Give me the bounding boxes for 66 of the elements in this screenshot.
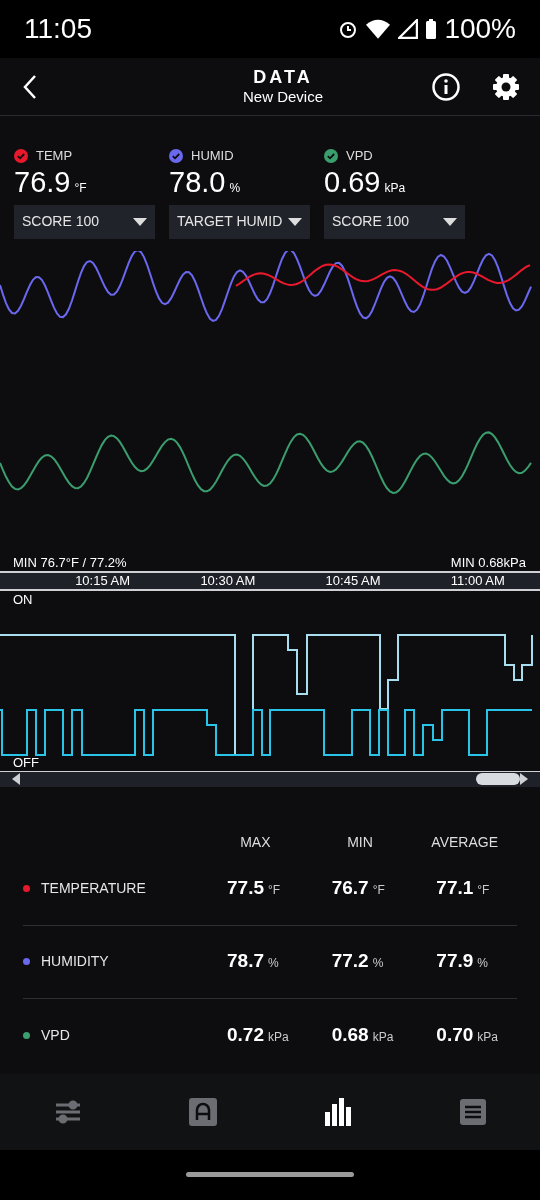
metric-label: HUMID [191,147,234,165]
status-time: 11:05 [24,12,92,46]
signal-icon [398,19,419,39]
stat-value: 77.9 [436,949,474,974]
stat-unit: °F [268,882,281,900]
stat-unit: % [372,955,384,973]
on-label: ON [13,592,33,606]
page-title: DATA [253,65,313,89]
metric-unit: % [229,179,241,197]
metric-dropdown[interactable]: SCORE 100 [324,204,465,239]
row-label: HUMIDITY [41,952,109,971]
info-icon[interactable] [432,72,460,101]
stat-value: 0.70 [436,1022,474,1047]
stat-value: 0.72 [227,1022,264,1047]
scroll-thumb[interactable] [476,773,520,785]
device-icon[interactable] [188,1097,217,1126]
checked-icon[interactable] [169,148,183,163]
stat-unit: °F [372,882,385,900]
stat-unit: kPa [372,1028,394,1046]
metric-value: 76.9 [14,164,71,200]
time-label: 10:45 AM [325,574,381,587]
row-label: TEMPERATURE [41,879,146,898]
stat-value: 77.1 [436,876,474,901]
stat-unit: kPa [477,1028,498,1046]
off-label: OFF [13,755,39,769]
stat-unit: kPa [268,1028,289,1046]
metric-dropdown[interactable]: SCORE 100 [14,204,155,239]
alarm-icon [338,19,359,39]
wifi-icon [366,19,391,39]
metric-label: TEMP [36,147,73,165]
metric-value: 78.0 [169,164,226,200]
checked-icon[interactable] [14,148,28,163]
scroll-left-icon[interactable] [12,773,20,785]
caret-icon [443,217,457,226]
stat-unit: °F [477,882,490,900]
stat-value: 76.7 [331,876,369,901]
time-label: 10:30 AM [200,574,256,587]
column-header: MAX [240,832,271,852]
row-label: VPD [41,1025,70,1045]
metric-label: VPD [346,147,373,165]
stat-value: 77.5 [227,876,264,901]
column-header: MIN [347,832,373,852]
caret-icon [288,217,302,226]
device-name: New Device [243,88,323,108]
metric-dropdown[interactable]: TARGET HUMID [169,204,310,239]
column-header: AVERAGE [431,832,498,852]
stat-unit: % [477,955,488,973]
checked-icon[interactable] [324,148,338,163]
stat-value: 0.68 [331,1022,369,1047]
time-label: 11:00 AM [450,574,505,587]
chart-scrollbar[interactable] [0,770,540,787]
stat-value: 77.2 [331,949,369,974]
min-temp-humid-label: MIN 76.7°F / 77.2% [13,555,127,569]
metric-value: 0.69 [324,164,381,200]
bar-chart-icon[interactable] [323,1097,352,1126]
stat-value: 78.7 [227,949,264,974]
list-icon[interactable] [458,1097,487,1126]
metric-unit: °F [74,179,87,197]
time-label: 10:15 AM [75,574,131,587]
min-vpd-label: MIN 0.68kPa [450,555,526,569]
battery-percent: 100% [444,12,516,46]
settings-icon[interactable] [492,72,520,101]
caret-icon [133,217,147,226]
stat-unit: % [268,955,279,973]
metric-unit: kPa [384,179,406,197]
battery-icon [426,19,437,39]
